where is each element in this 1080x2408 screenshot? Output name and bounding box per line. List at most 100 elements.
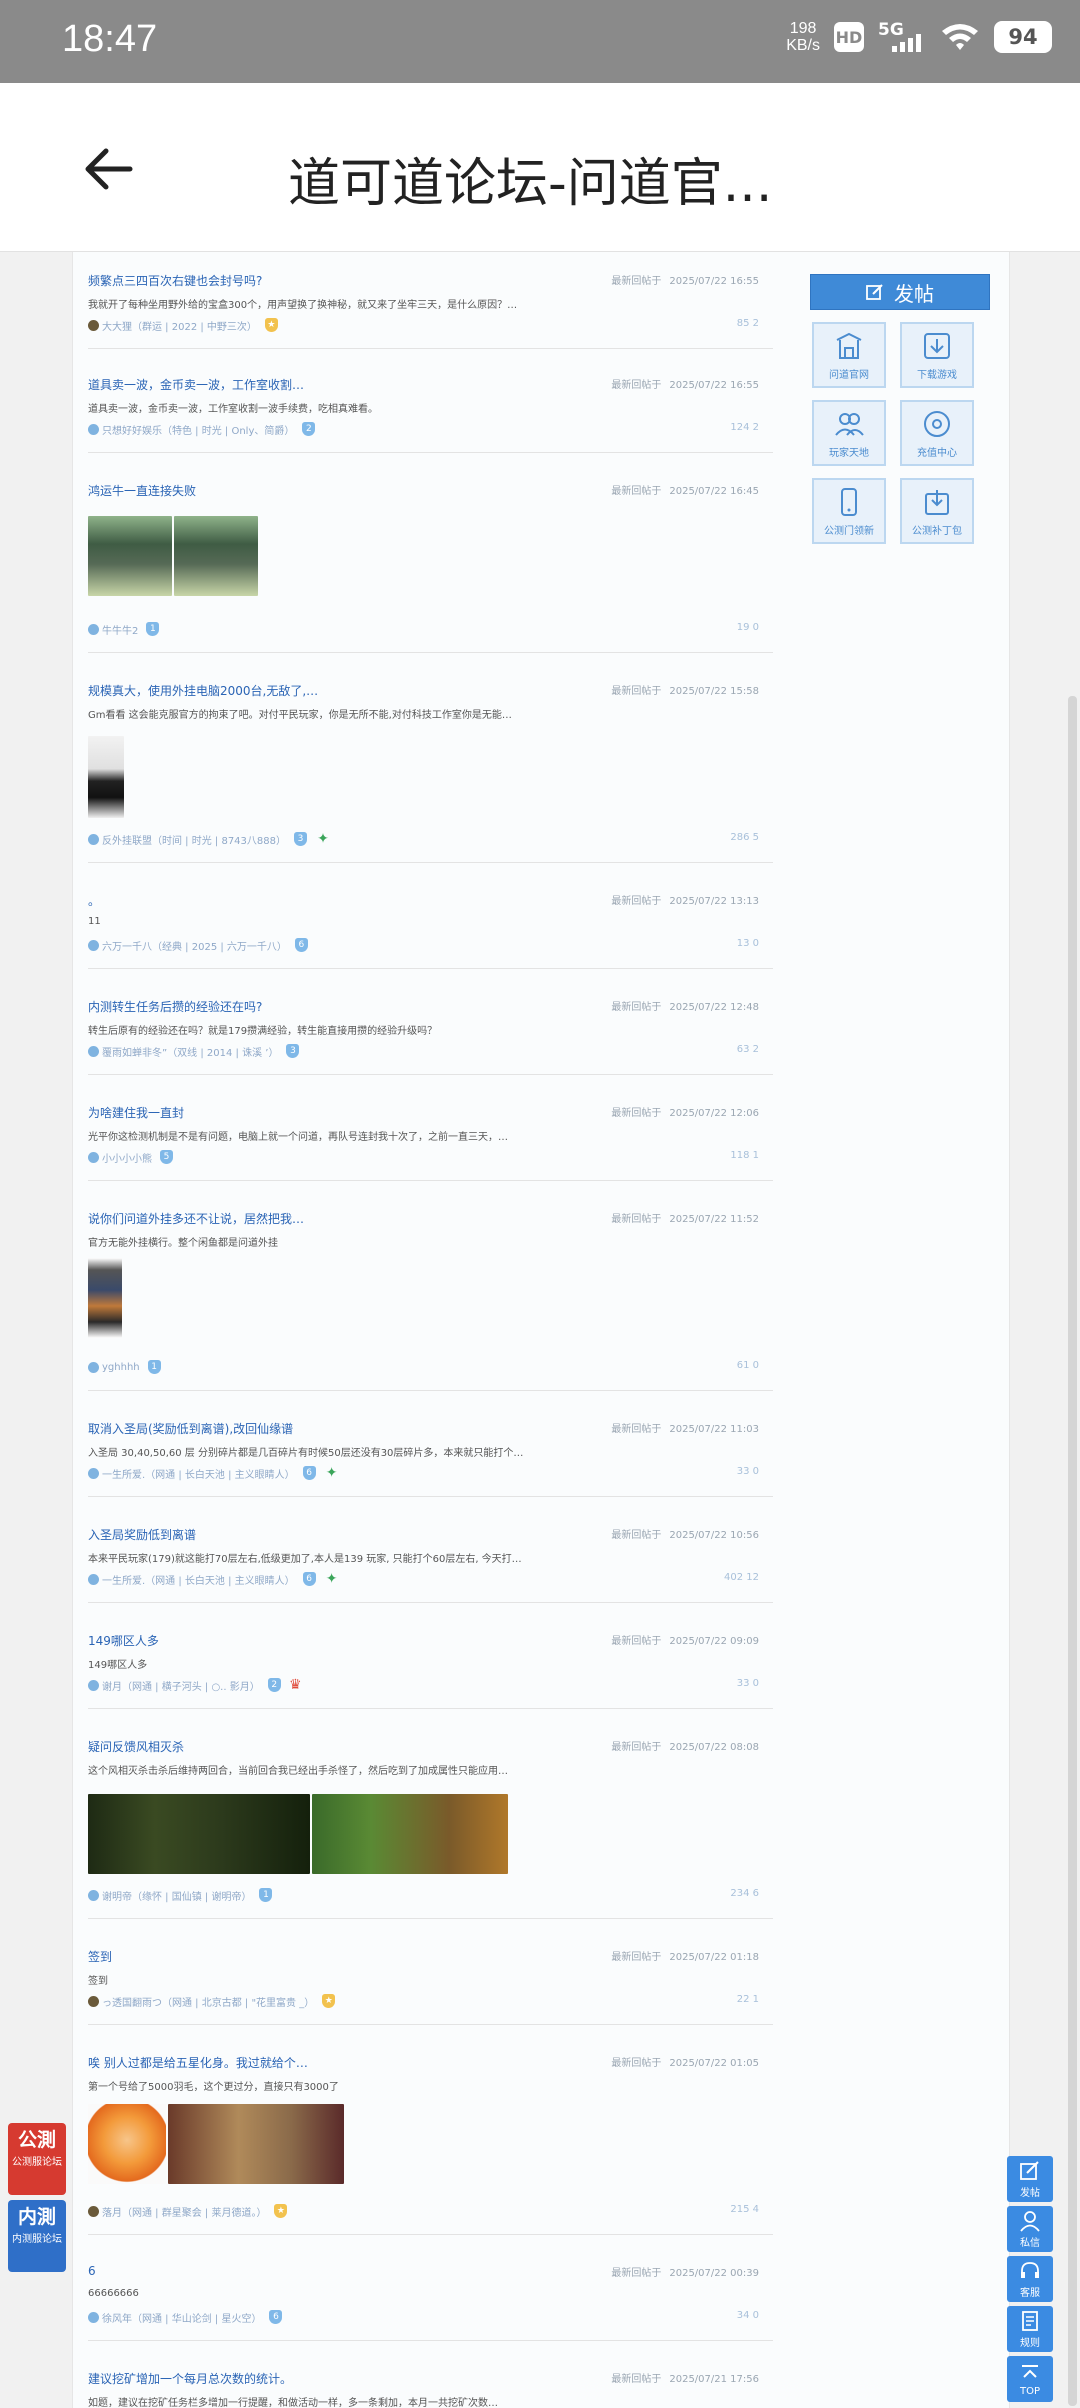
level-badge-icon: 6 xyxy=(302,1572,316,1586)
list-item[interactable]: 道具卖一波，金币卖一波，工作室收割… 最新回帖于 2025/07/22 16:55… xyxy=(88,356,773,453)
list-item[interactable]: 内测转生任务后攒的经验还在吗? 最新回帖于 2025/07/22 12:48 转生… xyxy=(88,978,773,1075)
bird-medal-icon: ✦ xyxy=(317,831,329,847)
list-item[interactable]: 唉 别人过都是给五星化身。我过就给个… 最新回帖于 2025/07/22 01:0… xyxy=(88,2034,773,2235)
post-title[interactable]: 频繁点三四百次右键也会封号吗? xyxy=(88,272,262,289)
download-game-link[interactable]: 下载游戏 xyxy=(900,322,974,388)
post-title[interactable]: 入圣局奖励低到离谱 xyxy=(88,1526,196,1543)
avatar xyxy=(88,623,99,635)
internal-beta-forum-badge[interactable]: 内測 内测服论坛 xyxy=(8,2200,66,2272)
player-world-link[interactable]: 玩家天地 xyxy=(812,400,886,466)
post-author-row: 小小小小熊 5 xyxy=(88,1148,173,1166)
network-speed: 198 KB/s xyxy=(786,20,820,54)
list-item[interactable]: 鸿运牛一直连接失败 最新回帖于 2025/07/22 16:45 牛牛牛2 1 19… xyxy=(88,462,773,653)
web-content[interactable]: 频繁点三四百次右键也会封号吗? 最新回帖于 2025/07/22 16:55 我就… xyxy=(0,252,1080,2408)
back-arrow-icon[interactable] xyxy=(80,141,136,197)
post-images[interactable] xyxy=(88,516,258,596)
beta-forum-badge[interactable]: 公測 公测服论坛 xyxy=(8,2123,66,2195)
post-thumbnail[interactable] xyxy=(88,2104,166,2184)
level-badge-icon: 5 xyxy=(160,1150,173,1164)
post-stats: 33 0 xyxy=(736,1466,759,1477)
post-stats: 13 0 xyxy=(736,938,759,949)
list-item[interactable]: 签到 最新回帖于 2025/07/22 01:18 签到 っ透国翻雨つ （网通 | … xyxy=(88,1928,773,2025)
post-meta: 最新回帖于 2025/07/22 01:05 xyxy=(611,2058,759,2069)
post-thumbnail[interactable] xyxy=(312,1794,508,1874)
post-thumbnail[interactable] xyxy=(88,516,172,596)
post-excerpt: 官方无能外挂横行。整个闲鱼都是问道外挂 xyxy=(88,1238,278,1249)
post-author-row: 反外挂联盟 （时间 | 时光 | 8743八888） 3 ✦ xyxy=(88,830,331,848)
post-thumbnail[interactable] xyxy=(168,2104,344,2184)
post-title[interactable]: 疑问反馈风相灭杀 xyxy=(88,1738,184,1755)
post-title[interactable]: 唉 别人过都是给五星化身。我过就给个… xyxy=(88,2054,308,2071)
list-item[interactable]: 规模真大，使用外挂电脑2000台,无敌了,… 最新回帖于 2025/07/22 1… xyxy=(88,662,773,863)
post-meta: 最新回帖于 2025/07/22 16:55 xyxy=(611,380,759,391)
level-badge-icon: 3 xyxy=(286,1044,300,1058)
list-item[interactable]: 频繁点三四百次右键也会封号吗? 最新回帖于 2025/07/22 16:55 我就… xyxy=(88,252,773,349)
post-title[interactable]: 签到 xyxy=(88,1948,112,1965)
list-item[interactable]: 说你们问道外挂多还不让说，居然把我… 最新回帖于 2025/07/22 11:52… xyxy=(88,1190,773,1391)
list-item[interactable]: 6 最新回帖于 2025/07/22 00:39 66666666 徐风年 （网通 … xyxy=(88,2244,773,2341)
post-images[interactable] xyxy=(88,2104,344,2184)
list-item[interactable]: 取消入圣局(奖励低到离谱),改回仙缘谱 最新回帖于 2025/07/22 11:0… xyxy=(88,1400,773,1497)
list-item[interactable]: 疑问反馈风相灭杀 最新回帖于 2025/07/22 08:08 这个风相灭杀击杀后… xyxy=(88,1718,773,1919)
new-post-button[interactable]: 发帖 xyxy=(810,274,990,310)
package-download-icon xyxy=(925,489,949,515)
post-title[interactable]: 建议挖矿增加一个每月总次数的统计。 xyxy=(88,2370,292,2387)
post-thumbnail[interactable] xyxy=(88,1258,122,1338)
post-title[interactable]: 鸿运牛一直连接失败 xyxy=(88,482,196,499)
float-rules-button[interactable]: 规则 xyxy=(1007,2306,1053,2352)
post-title[interactable]: 内测转生任务后攒的经验还在吗? xyxy=(88,998,262,1015)
list-item[interactable]: 。 最新回帖于 2025/07/22 13:13 11 六万一千八 （经典 | 20… xyxy=(88,872,773,969)
post-title[interactable]: 为啥建住我一直封 xyxy=(88,1104,184,1121)
avatar xyxy=(88,1573,99,1585)
list-item[interactable]: 149哪区人多 最新回帖于 2025/07/22 09:09 149哪区人多 谢月… xyxy=(88,1612,773,1709)
post-title[interactable]: 6 xyxy=(88,2264,96,2278)
float-message-button[interactable]: 私信 xyxy=(1007,2206,1053,2252)
recharge-center-link[interactable]: 充值中心 xyxy=(900,400,974,466)
post-title[interactable]: 。 xyxy=(88,892,100,909)
post-author-row: 一生所爱. （网通 | 长白天池 | 主义眼睛人） 6 ✦ xyxy=(88,1570,340,1588)
post-meta: 最新回帖于 2025/07/21 17:56 xyxy=(611,2374,759,2385)
post-excerpt: 149哪区人多 xyxy=(88,1660,148,1671)
edit-icon xyxy=(1020,2160,1039,2180)
post-excerpt: 如题，建议在挖矿任务栏多增加一行提醒，和做活动一样，多一条剩加，本月一共挖矿次数… xyxy=(88,2398,498,2408)
list-item[interactable]: 入圣局奖励低到离谱 最新回帖于 2025/07/22 10:56 本来平民玩家(1… xyxy=(88,1506,773,1603)
post-meta: 最新回帖于 2025/07/22 13:13 xyxy=(611,896,759,907)
beta-patch-link[interactable]: 公测补丁包 xyxy=(900,478,974,544)
beta-portal-link[interactable]: 公测门领新 xyxy=(812,478,886,544)
post-excerpt: Gm看看 这会能克服官方的拘束了吧。对付平民玩家，你是无所不能,对付科技工作室你… xyxy=(88,710,512,721)
float-support-button[interactable]: 客服 xyxy=(1007,2256,1053,2302)
post-images[interactable] xyxy=(88,736,124,818)
post-title[interactable]: 道具卖一波，金币卖一波，工作室收割… xyxy=(88,376,304,393)
bird-medal-icon: ✦ xyxy=(325,1571,338,1587)
official-site-link[interactable]: 问道官网 xyxy=(812,322,886,388)
level-badge-icon: 2 xyxy=(267,1678,281,1692)
post-stats: 234 6 xyxy=(730,1888,759,1899)
float-top-button[interactable]: TOP xyxy=(1007,2356,1053,2402)
float-post-button[interactable]: 发帖 xyxy=(1007,2156,1053,2202)
list-item[interactable]: 建议挖矿增加一个每月总次数的统计。 最新回帖于 2025/07/21 17:56 … xyxy=(88,2350,773,2408)
post-images[interactable] xyxy=(88,1258,122,1338)
avatar xyxy=(88,1679,99,1691)
list-item[interactable]: 为啥建住我一直封 最新回帖于 2025/07/22 12:06 光平你这检测机制是… xyxy=(88,1084,773,1181)
post-excerpt: 入圣局 30,40,50,60 层 分别碎片都是几百碎片有时候50层还没有30层… xyxy=(88,1448,524,1459)
post-title[interactable]: 说你们问道外挂多还不让说，居然把我… xyxy=(88,1210,304,1227)
post-thumbnail[interactable] xyxy=(88,1794,310,1874)
post-meta: 最新回帖于 2025/07/22 16:45 xyxy=(611,486,759,497)
post-title[interactable]: 149哪区人多 xyxy=(88,1632,159,1649)
post-meta: 最新回帖于 2025/07/22 11:52 xyxy=(611,1214,759,1225)
edit-icon xyxy=(866,284,883,300)
post-title[interactable]: 规模真大，使用外挂电脑2000台,无敌了,… xyxy=(88,682,318,699)
post-excerpt: 11 xyxy=(88,916,101,927)
scrollbar[interactable] xyxy=(1068,696,1077,2406)
post-thumbnail[interactable] xyxy=(88,736,124,818)
post-stats: 118 1 xyxy=(730,1150,759,1161)
post-author-row: 谢明帝 （缘怀 | 国仙镇 | 谢明帝） 1 xyxy=(88,1886,273,1904)
avatar xyxy=(88,2311,99,2323)
document-icon xyxy=(1022,2310,1038,2331)
post-title[interactable]: 取消入圣局(奖励低到离谱),改回仙缘谱 xyxy=(88,1420,293,1437)
level-badge-icon: 2 xyxy=(302,422,316,436)
post-thumbnail[interactable] xyxy=(174,516,258,596)
post-author-row: 大大狸 （群运 | 2022 | 中野三次） ★ xyxy=(88,316,278,334)
post-images[interactable] xyxy=(88,1794,508,1874)
building-icon xyxy=(836,332,862,359)
